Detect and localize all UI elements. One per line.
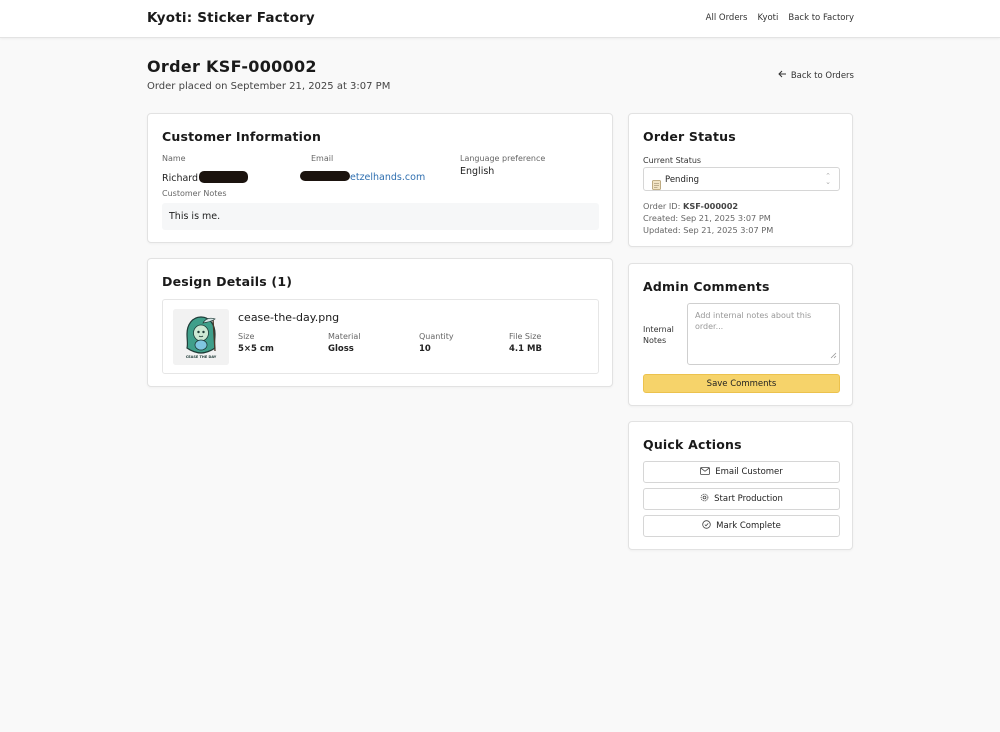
page-title: Order KSF-000002 — [147, 57, 317, 76]
design-filename: cease-the-day.png — [238, 311, 340, 324]
resize-handle-icon[interactable] — [830, 351, 837, 362]
customer-notes-box: This is me. — [162, 203, 599, 230]
clipboard-icon — [652, 175, 661, 194]
start-production-button[interactable]: Start Production — [643, 488, 840, 510]
sticker-caption: CEASE THE DAY — [186, 355, 217, 359]
order-id-value: KSF-000002 — [682, 201, 739, 211]
internal-notes-placeholder: Add internal notes about this order... — [695, 311, 812, 331]
internal-notes-label: Internal Notes — [643, 324, 674, 346]
spec-file-size: File Size 4.1 MB — [509, 332, 542, 354]
internal-notes-textarea[interactable]: Add internal notes about this order... — [687, 303, 840, 365]
spec-material: Material Gloss — [328, 332, 361, 354]
nav-all-orders[interactable]: All Orders — [706, 13, 748, 23]
name-label: Name — [162, 154, 186, 163]
mark-complete-label: Mark Complete — [716, 521, 781, 531]
name-value: Richard — [162, 166, 249, 185]
nav-back-to-factory[interactable]: Back to Factory — [788, 13, 854, 23]
status-select[interactable]: Pending ⌃ ⌄ — [643, 167, 840, 191]
order-id-label: Order ID: — [643, 201, 681, 211]
quick-actions-card: Quick Actions Email Customer Start Produ… — [628, 421, 853, 550]
created-line: Created: Sep 21, 2025 3:07 PM — [643, 213, 771, 223]
design-thumbnail[interactable]: CEASE THE DAY — [173, 309, 229, 365]
file-size-value: 4.1 MB — [509, 344, 542, 354]
language-value: English — [460, 166, 495, 177]
reaper-sticker-image: CEASE THE DAY — [173, 309, 229, 365]
email-customer-label: Email Customer — [715, 467, 783, 477]
admin-comments-card: Admin Comments Internal Notes Add intern… — [628, 263, 853, 406]
save-comments-button[interactable]: Save Comments — [643, 374, 840, 393]
email-value[interactable]: etzelhands.com — [300, 165, 425, 184]
quantity-value: 10 — [419, 344, 431, 354]
gear-icon — [700, 493, 709, 505]
updated-line: Updated: Sep 21, 2025 3:07 PM — [643, 225, 774, 235]
size-label: Size — [238, 332, 255, 341]
email-text[interactable]: etzelhands.com — [350, 172, 425, 183]
size-value: 5×5 cm — [238, 344, 274, 354]
app-title[interactable]: Kyoti: Sticker Factory — [147, 10, 315, 26]
material-value: Gloss — [328, 344, 354, 354]
design-details-title: Design Details (1) — [162, 274, 293, 289]
top-navbar: Kyoti: Sticker Factory All Orders Kyoti … — [0, 0, 1000, 38]
admin-comments-title: Admin Comments — [643, 279, 770, 294]
order-id-line: Order ID: KSF-000002 — [643, 201, 738, 211]
customer-notes-text: This is me. — [169, 211, 221, 222]
select-arrows-icon: ⌃ ⌄ — [825, 172, 831, 186]
back-to-orders-link[interactable]: Back to Orders — [778, 70, 854, 81]
internal-notes-label-line2: Notes — [643, 336, 667, 345]
order-status-title: Order Status — [643, 129, 736, 144]
internal-notes-label-line1: Internal — [643, 325, 674, 334]
spec-quantity: Quantity 10 — [419, 332, 454, 354]
top-nav-links: All Orders Kyoti Back to Factory — [706, 13, 854, 23]
customer-info-card: Customer Information Name Richard Email … — [147, 113, 613, 243]
file-size-label: File Size — [509, 332, 542, 341]
email-redaction — [300, 170, 350, 181]
design-item: CEASE THE DAY cease-the-day.png Size 5×5… — [162, 299, 599, 374]
mark-complete-button[interactable]: Mark Complete — [643, 515, 840, 537]
name-text: Richard — [162, 173, 199, 184]
customer-notes-label: Customer Notes — [162, 189, 227, 198]
order-status-card: Order Status Current Status Pending ⌃ ⌄ O… — [628, 113, 853, 247]
name-redaction — [199, 170, 249, 183]
check-circle-icon — [702, 520, 711, 532]
start-production-label: Start Production — [714, 494, 783, 504]
mail-icon — [700, 466, 711, 478]
design-details-card: Design Details (1) CEASE THE DAY cease-t… — [147, 258, 613, 387]
nav-kyoti[interactable]: Kyoti — [757, 13, 778, 23]
order-placed-date: Order placed on September 21, 2025 at 3:… — [147, 81, 391, 92]
customer-info-title: Customer Information — [162, 129, 322, 144]
spec-size: Size 5×5 cm — [238, 332, 274, 354]
quantity-label: Quantity — [419, 332, 454, 341]
status-select-value: Pending — [665, 175, 699, 185]
back-to-orders-label: Back to Orders — [790, 70, 854, 81]
quick-actions-title: Quick Actions — [643, 437, 742, 452]
email-label: Email — [311, 154, 334, 163]
arrow-left-icon — [778, 70, 787, 81]
language-label: Language preference — [460, 154, 546, 163]
material-label: Material — [328, 332, 361, 341]
email-customer-button[interactable]: Email Customer — [643, 461, 840, 483]
current-status-label: Current Status — [643, 156, 702, 165]
